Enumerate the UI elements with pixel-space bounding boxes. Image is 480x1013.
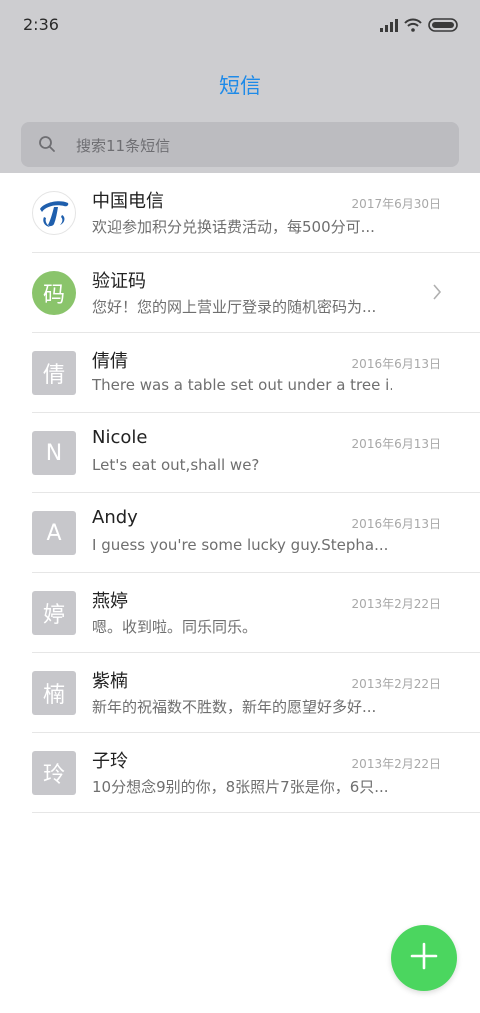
search-icon (38, 135, 56, 157)
search-placeholder[interactable]: 搜索11条短信 (76, 135, 170, 156)
signal-icon (380, 18, 398, 32)
conversation-row[interactable]: A Andy 2016年6月13日 I guess you're some lu… (0, 493, 480, 573)
avatar: 楠 (32, 671, 76, 715)
message-date: 2016年6月13日 (351, 357, 441, 371)
message-preview: 欢迎参加积分兑换话费活动，每500分可... (92, 218, 375, 236)
message-date: 2013年2月22日 (351, 677, 441, 691)
contact-name: 子玲 (92, 751, 128, 772)
avatar: N (32, 431, 76, 475)
conversation-list: 中国电信 2017年6月30日 欢迎参加积分兑换话费活动，每500分可... 码… (0, 173, 480, 813)
avatar: 玲 (32, 751, 76, 795)
status-icons (380, 14, 460, 36)
contact-name: Nicole (92, 427, 148, 448)
message-preview: I guess you're some lucky guy.Stepha... (92, 536, 389, 554)
conversation-row[interactable]: 码 验证码 您好！您的网上营业厅登录的随机密码为... (0, 253, 480, 333)
plus-icon (410, 942, 438, 974)
message-preview: 嗯。收到啦。同乐同乐。 (92, 618, 258, 636)
search-bar[interactable]: 搜索11条短信 (21, 122, 459, 167)
wifi-icon (404, 18, 422, 32)
avatar: 婷 (32, 591, 76, 635)
contact-name: 中国电信 (92, 191, 164, 212)
message-date: 2017年6月30日 (351, 197, 441, 211)
message-date: 2016年6月13日 (351, 517, 441, 531)
contact-name: Andy (92, 507, 138, 528)
conversation-row[interactable]: 中国电信 2017年6月30日 欢迎参加积分兑换话费活动，每500分可... (0, 173, 480, 253)
contact-name: 紫楠 (92, 671, 128, 692)
avatar: 码 (32, 271, 76, 315)
avatar: A (32, 511, 76, 555)
china-telecom-logo-icon (32, 191, 76, 235)
conversation-row[interactable]: 倩 倩倩 2016年6月13日 There was a table set ou… (0, 333, 480, 413)
message-date: 2013年2月22日 (351, 757, 441, 771)
message-date: 2013年2月22日 (351, 597, 441, 611)
message-preview: 您好！您的网上营业厅登录的随机密码为... (92, 298, 377, 316)
contact-name: 燕婷 (92, 591, 128, 612)
avatar: 倩 (32, 351, 76, 395)
message-preview: Let's eat out,shall we? (92, 456, 260, 474)
message-preview: There was a table set out under a tree i… (92, 376, 392, 394)
conversation-row[interactable]: N Nicole 2016年6月13日 Let's eat out,shall … (0, 413, 480, 493)
message-preview: 新年的祝福数不胜数，新年的愿望好多好... (92, 698, 377, 716)
battery-icon (428, 17, 460, 33)
new-message-button[interactable] (391, 925, 457, 991)
message-preview: 10分想念9别的你，8张照片7张是你，6只... (92, 778, 389, 796)
chevron-right-icon[interactable] (432, 283, 442, 305)
contact-name: 倩倩 (92, 351, 128, 372)
contact-name: 验证码 (92, 271, 146, 292)
conversation-row[interactable]: 楠 紫楠 2013年2月22日 新年的祝福数不胜数，新年的愿望好多好... (0, 653, 480, 733)
status-bar: 2:36 (0, 0, 480, 52)
message-date: 2016年6月13日 (351, 437, 441, 451)
conversation-row[interactable]: 玲 子玲 2013年2月22日 10分想念9别的你，8张照片7张是你，6只... (0, 733, 480, 813)
page-title: 短信 (219, 74, 261, 98)
conversation-row[interactable]: 婷 燕婷 2013年2月22日 嗯。收到啦。同乐同乐。 (0, 573, 480, 653)
top-bar: 2:36 短信 搜索11条短信 (0, 0, 480, 173)
status-time: 2:36 (23, 15, 59, 34)
